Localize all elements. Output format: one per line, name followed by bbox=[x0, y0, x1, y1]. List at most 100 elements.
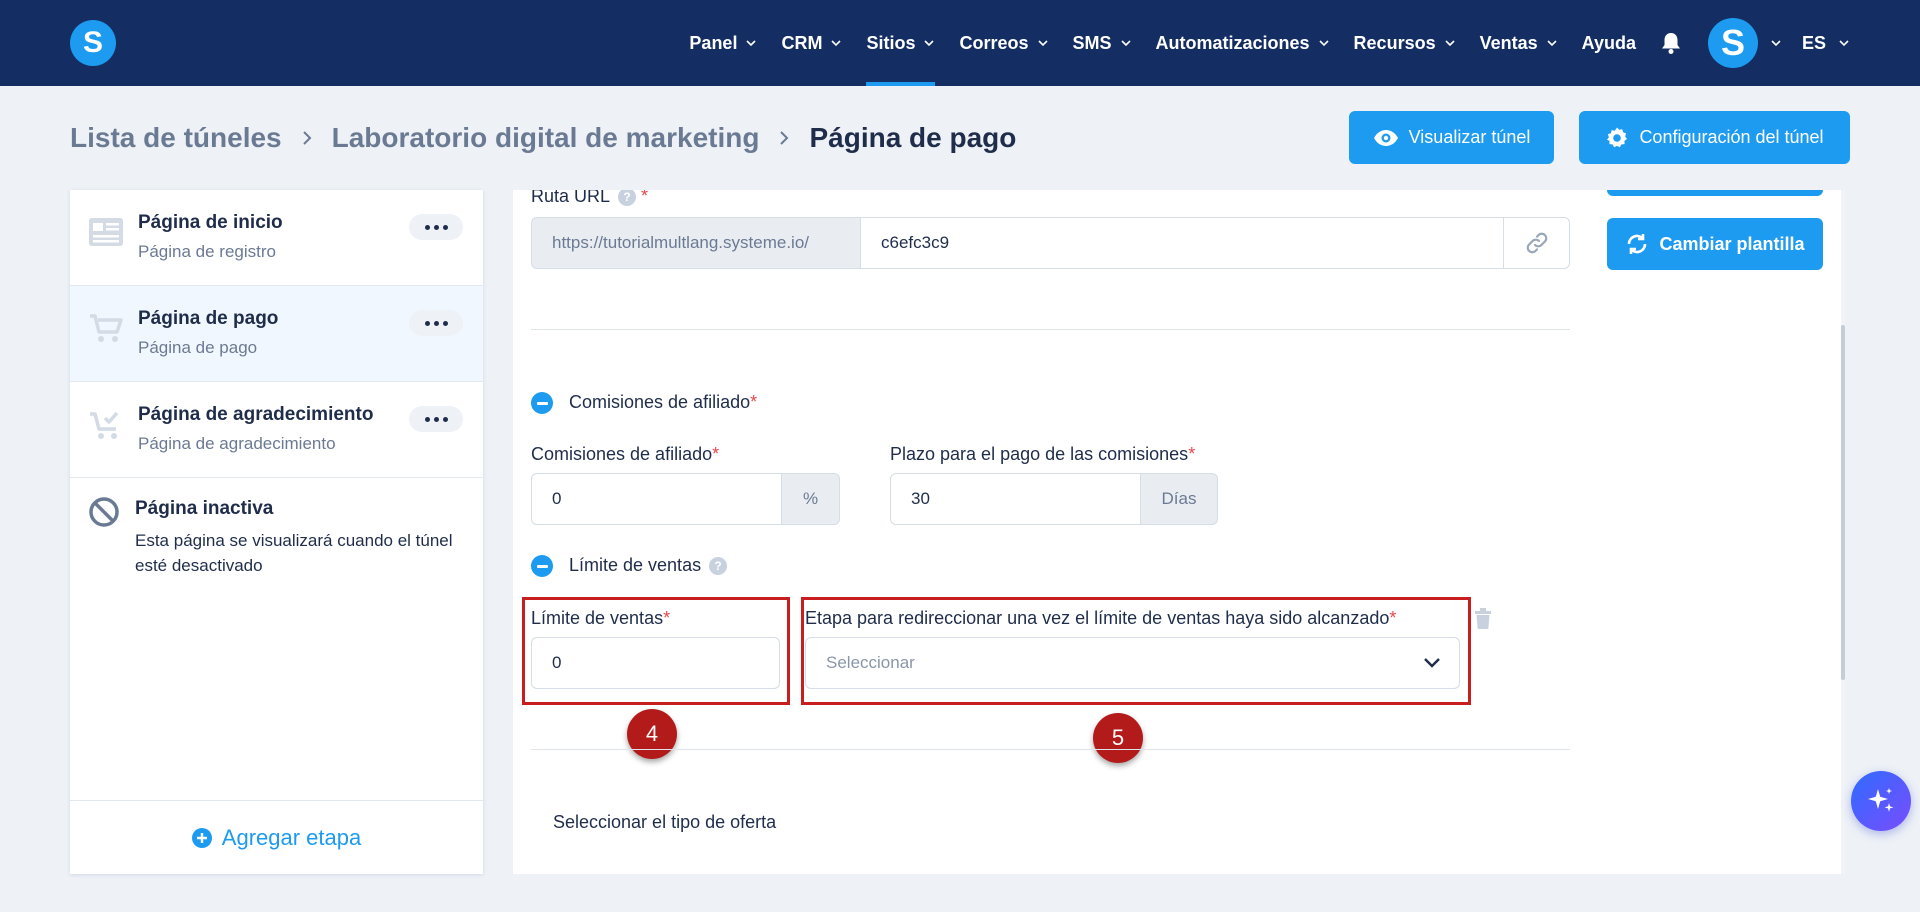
chevron-right-icon bbox=[302, 131, 312, 145]
trash-icon[interactable] bbox=[1473, 608, 1493, 630]
step-options-button[interactable] bbox=[409, 406, 463, 432]
chevron-down-icon bbox=[1120, 40, 1131, 47]
page-title: Página de pago bbox=[809, 122, 1017, 153]
url-path-input[interactable]: c6efc3c9 bbox=[860, 217, 1504, 269]
link-icon bbox=[1526, 232, 1547, 254]
copy-link-button[interactable] bbox=[1504, 217, 1570, 269]
language-selector[interactable]: ES bbox=[1802, 0, 1850, 86]
commission-term-label: Plazo para el pago de las comisiones* bbox=[890, 444, 1196, 464]
offer-type-label: Seleccionar el tipo de oferta bbox=[553, 812, 777, 832]
step-thank-you-page[interactable]: Página de agradecimiento Página de agrad… bbox=[70, 382, 483, 478]
nav-item-label: Panel bbox=[689, 32, 738, 53]
change-template-button[interactable]: Cambiar plantilla bbox=[1607, 218, 1823, 270]
funnel-settings-label: Configuración del túnel bbox=[1639, 127, 1824, 147]
funnel-steps-panel: Página de inicio Página de registro Pági… bbox=[70, 190, 483, 874]
sales-limit-input[interactable]: 0 bbox=[531, 637, 780, 689]
step-subtitle: Página de pago bbox=[138, 338, 258, 357]
refresh-icon bbox=[1628, 234, 1647, 254]
divider bbox=[531, 329, 1570, 330]
ban-icon bbox=[89, 497, 119, 527]
nav-item-panel[interactable]: Panel bbox=[689, 0, 757, 86]
nav-item-ayuda[interactable]: Ayuda bbox=[1582, 0, 1636, 86]
nav-item-crm[interactable]: CRM bbox=[781, 0, 842, 86]
chevron-down-icon bbox=[746, 40, 757, 47]
nav-item-recursos[interactable]: Recursos bbox=[1354, 0, 1456, 86]
commission-input[interactable]: 0 bbox=[531, 473, 782, 525]
collapse-sales-limit-icon[interactable] bbox=[531, 555, 553, 577]
cart-icon bbox=[90, 314, 123, 342]
funnel-settings-button[interactable]: Configuración del túnel bbox=[1579, 111, 1850, 164]
commission-term-input[interactable]: 30 bbox=[890, 473, 1141, 525]
top-navbar: S Panel CRM Sitios Correos SMS Automatiz… bbox=[0, 0, 1920, 86]
ai-assistant-button[interactable] bbox=[1851, 771, 1911, 831]
breadcrumb-funnel-list[interactable]: Lista de túneles bbox=[70, 122, 282, 154]
commission-label: Comisiones de afiliado* bbox=[531, 444, 720, 464]
bell-icon[interactable] bbox=[1660, 31, 1684, 55]
sparkle-icon bbox=[1868, 788, 1894, 812]
step-title: Página de pago bbox=[138, 308, 279, 329]
scrolled-button-edge bbox=[1607, 190, 1823, 196]
systeme-logo[interactable]: S bbox=[70, 20, 116, 66]
nav-item-automatizaciones[interactable]: Automatizaciones bbox=[1156, 0, 1330, 86]
affiliate-section-title: Comisiones de afiliado* bbox=[569, 392, 758, 412]
nav-item-ventas[interactable]: Ventas bbox=[1480, 0, 1558, 86]
preview-funnel-label: Visualizar túnel bbox=[1408, 127, 1531, 147]
step-subtitle: Página de agradecimiento bbox=[138, 434, 336, 453]
inactive-page-step[interactable]: Página inactiva Esta página se visualiza… bbox=[70, 478, 483, 598]
preview-funnel-button[interactable]: Visualizar túnel bbox=[1349, 111, 1554, 164]
collapse-affiliate-icon[interactable] bbox=[531, 392, 553, 414]
chevron-right-icon bbox=[780, 131, 789, 145]
chevron-down-icon bbox=[924, 40, 935, 47]
sales-limit-section-title: Límite de ventas? bbox=[569, 555, 728, 576]
nav-item-label: Automatizaciones bbox=[1155, 32, 1310, 53]
redirect-step-select[interactable]: Seleccionar bbox=[805, 637, 1460, 689]
main-nav: Panel CRM Sitios Correos SMS Automatizac… bbox=[665, 0, 1850, 86]
step-settings-panel: Ruta URL? * https://tutorialmultlang.sys… bbox=[513, 190, 1845, 874]
chevron-down-icon bbox=[1424, 658, 1440, 668]
days-addon: Días bbox=[1141, 473, 1218, 525]
percent-addon: % bbox=[782, 473, 840, 525]
inactive-page-title: Página inactiva bbox=[135, 498, 274, 519]
step-landing-page[interactable]: Página de inicio Página de registro bbox=[70, 190, 483, 286]
step-options-button[interactable] bbox=[409, 214, 463, 240]
nav-item-sitios[interactable]: Sitios bbox=[866, 0, 936, 86]
nav-item-label: SMS bbox=[1072, 32, 1112, 53]
landing-page-icon bbox=[89, 218, 123, 246]
divider bbox=[531, 749, 1570, 750]
user-avatar[interactable]: S bbox=[1707, 18, 1758, 68]
add-step-label: Agregar etapa bbox=[221, 824, 362, 850]
breadcrumb: Lista de túneles Laboratorio digital de … bbox=[70, 118, 1016, 158]
chevron-down-icon bbox=[1547, 40, 1557, 47]
chevron-down-icon bbox=[1037, 40, 1048, 47]
nav-item-correos[interactable]: Correos bbox=[959, 0, 1048, 86]
chevron-down-icon bbox=[831, 40, 842, 47]
step-title: Página de agradecimiento bbox=[138, 404, 374, 425]
plus-circle-icon bbox=[191, 827, 212, 848]
url-path-label: Ruta URL? * bbox=[531, 190, 649, 207]
eye-icon bbox=[1373, 129, 1398, 146]
nav-item-label: Ayuda bbox=[1581, 32, 1636, 53]
scrollbar-thumb[interactable] bbox=[1841, 325, 1845, 680]
nav-item-label: Sitios bbox=[866, 32, 916, 53]
nav-item-sms[interactable]: SMS bbox=[1073, 0, 1132, 86]
breadcrumb-funnel[interactable]: Laboratorio digital de marketing bbox=[332, 122, 760, 154]
step-checkout-page[interactable]: Página de pago Página de pago bbox=[70, 286, 483, 382]
nav-item-label: Recursos bbox=[1353, 32, 1436, 53]
change-template-label: Cambiar plantilla bbox=[1659, 233, 1805, 254]
chevron-down-icon bbox=[1839, 40, 1849, 47]
url-prefix: https://tutorialmultlang.systeme.io/ bbox=[531, 217, 860, 269]
step-options-button[interactable] bbox=[409, 310, 463, 336]
step-marker-4: 4 bbox=[627, 709, 677, 759]
chevron-down-icon[interactable] bbox=[1770, 37, 1782, 49]
language-label: ES bbox=[1801, 32, 1826, 53]
gear-icon bbox=[1607, 127, 1628, 147]
cart-check-icon bbox=[90, 411, 119, 439]
help-icon[interactable]: ? bbox=[709, 557, 728, 576]
add-step-button[interactable]: Agregar etapa bbox=[70, 800, 483, 874]
nav-item-label: CRM bbox=[781, 32, 823, 53]
step-subtitle: Página de registro bbox=[138, 242, 276, 261]
inactive-page-description: Esta página se visualizará cuando el tún… bbox=[135, 531, 453, 575]
help-icon[interactable]: ? bbox=[618, 190, 637, 207]
nav-item-label: Correos bbox=[959, 32, 1029, 53]
chevron-down-icon bbox=[1318, 40, 1329, 47]
